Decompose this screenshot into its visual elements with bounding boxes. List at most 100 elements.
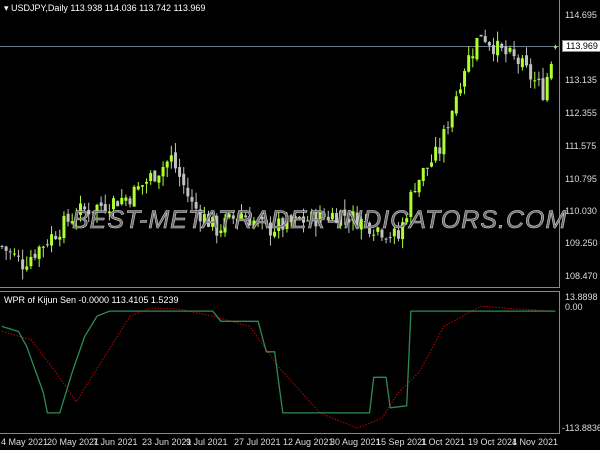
wpr-line bbox=[1, 310, 556, 414]
candle bbox=[58, 229, 62, 247]
candle bbox=[50, 226, 54, 253]
candle bbox=[132, 185, 136, 207]
candle bbox=[157, 175, 161, 189]
candle bbox=[475, 37, 479, 62]
price-label: 111.575 bbox=[565, 140, 597, 151]
candle bbox=[500, 42, 504, 52]
candle bbox=[417, 179, 421, 198]
indicator-zero-label: 0.00 bbox=[565, 302, 583, 312]
candle bbox=[496, 31, 500, 63]
candle bbox=[161, 161, 165, 186]
candle bbox=[384, 237, 388, 244]
candle bbox=[446, 121, 450, 135]
candle bbox=[21, 249, 25, 280]
date-label: 19 Oct 2021 bbox=[468, 437, 518, 447]
candle bbox=[413, 183, 417, 193]
candle bbox=[458, 82, 462, 96]
candle bbox=[140, 185, 144, 195]
candle bbox=[124, 194, 128, 206]
candle bbox=[4, 245, 8, 261]
candle bbox=[17, 249, 21, 262]
indicator-min-label: -113.8836 bbox=[562, 423, 600, 433]
candle bbox=[37, 245, 41, 267]
candle bbox=[120, 189, 124, 206]
price-label: 108.470 bbox=[565, 271, 598, 281]
candle bbox=[62, 211, 66, 244]
candle bbox=[537, 71, 541, 87]
candle bbox=[425, 167, 429, 177]
date-label: 9 Jul 2021 bbox=[186, 437, 228, 447]
candle bbox=[173, 143, 177, 173]
candle bbox=[434, 137, 438, 164]
candle bbox=[66, 209, 70, 227]
candle bbox=[533, 71, 537, 89]
signal-line bbox=[1, 305, 556, 429]
candle bbox=[149, 170, 153, 185]
date-label: 30 Aug 2021 bbox=[330, 437, 381, 447]
candle bbox=[483, 29, 487, 44]
candle bbox=[12, 248, 16, 257]
indicator-max-label: 13.8898 bbox=[565, 292, 598, 302]
price-label: 110.795 bbox=[565, 173, 597, 184]
price-chart[interactable]: ▾ USDJPY,Daily 113.938 114.036 113.742 1… bbox=[0, 0, 567, 288]
price-label: 110.030 bbox=[565, 205, 597, 216]
candle bbox=[516, 54, 520, 74]
candle bbox=[33, 249, 37, 261]
candle bbox=[471, 48, 475, 68]
chart-title: ▾ USDJPY,Daily 113.938 114.036 113.742 1… bbox=[4, 3, 205, 14]
candle bbox=[463, 68, 467, 95]
candle bbox=[541, 67, 545, 102]
candles-canvas bbox=[0, 29, 560, 280]
price-label: 114.695 bbox=[565, 10, 597, 20]
candle bbox=[491, 37, 495, 62]
candle bbox=[454, 90, 458, 117]
candle bbox=[525, 47, 529, 68]
candle bbox=[512, 40, 516, 60]
candle bbox=[421, 167, 425, 187]
date-label: 1 Oct 2021 bbox=[421, 437, 466, 447]
candle bbox=[165, 160, 169, 177]
date-label: 23 Jun 2021 bbox=[142, 437, 192, 447]
candle bbox=[178, 158, 182, 187]
candle bbox=[467, 46, 471, 73]
date-label: 27 Jul 2021 bbox=[234, 437, 281, 447]
candle bbox=[145, 178, 149, 194]
indicator-canvas bbox=[1, 305, 556, 429]
candle bbox=[182, 167, 186, 194]
price-label: 113.135 bbox=[565, 75, 597, 86]
date-label: 20 May 2021 bbox=[47, 437, 100, 447]
price-label: 112.355 bbox=[565, 108, 597, 119]
indicator-title: WPR of Kijun Sen -0.0000 113.4105 1.5239 bbox=[4, 295, 179, 305]
candle bbox=[442, 125, 446, 163]
date-label: 12 Aug 2021 bbox=[283, 437, 334, 447]
current-price-label: 113.969 bbox=[562, 40, 600, 52]
candle bbox=[553, 44, 557, 50]
candle bbox=[549, 61, 553, 81]
candle bbox=[479, 34, 483, 37]
candle bbox=[169, 145, 173, 169]
candle bbox=[504, 40, 508, 63]
candle bbox=[29, 249, 33, 270]
date-label: 15 Sep 2021 bbox=[376, 437, 428, 447]
candle bbox=[41, 245, 45, 258]
candle bbox=[186, 177, 190, 203]
candle bbox=[153, 169, 157, 183]
candle bbox=[545, 72, 549, 102]
candle bbox=[25, 256, 29, 272]
candle bbox=[8, 248, 12, 260]
candle bbox=[45, 239, 49, 248]
date-label: 4 May 2021 bbox=[1, 437, 49, 447]
date-label: 7 Jun 2021 bbox=[93, 437, 138, 447]
candle bbox=[0, 244, 4, 250]
candle bbox=[54, 231, 58, 241]
collapse-triangle-icon[interactable]: ▾ bbox=[4, 3, 11, 13]
candle bbox=[450, 110, 454, 133]
indicator-window[interactable]: WPR of Kijun Sen -0.0000 113.4105 1.5239 bbox=[0, 291, 560, 434]
candle bbox=[136, 181, 140, 191]
candle bbox=[520, 55, 524, 71]
symbol-info: USDJPY,Daily 113.938 114.036 113.742 113… bbox=[11, 3, 206, 13]
candle bbox=[430, 154, 434, 168]
candle bbox=[529, 58, 533, 89]
watermark: BEST-METATRADER-INDICATORS.COM bbox=[72, 206, 568, 235]
candle bbox=[438, 137, 442, 161]
